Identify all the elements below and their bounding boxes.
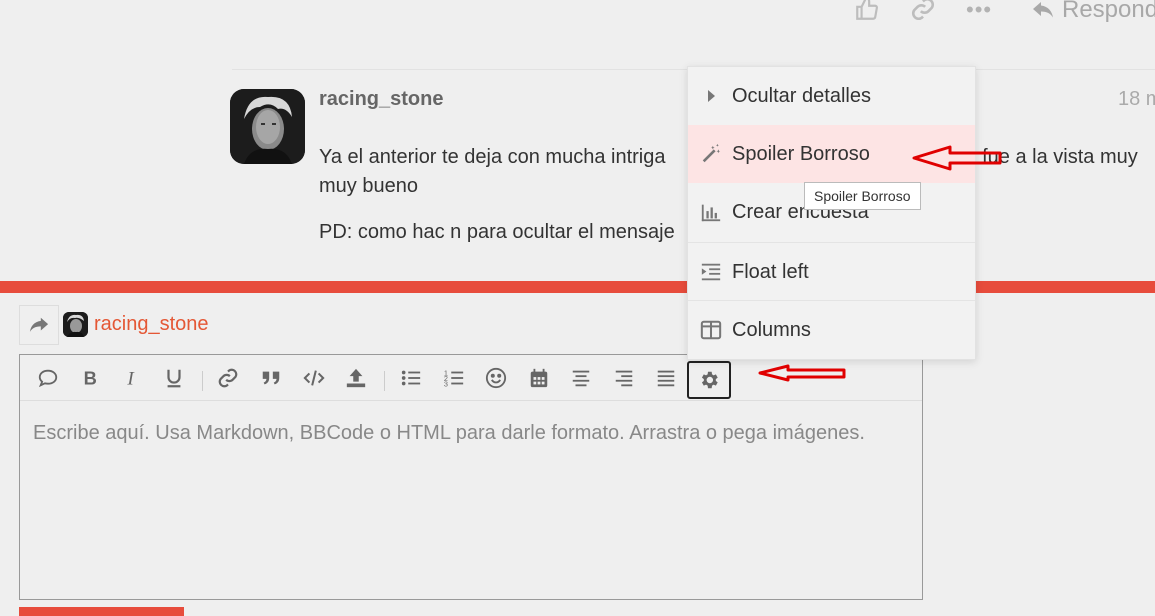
italic-icon[interactable]: I: [115, 361, 149, 395]
calendar-icon[interactable]: [522, 361, 556, 395]
blockquote-icon[interactable]: [254, 361, 288, 395]
menu-item-ocultar-detalles[interactable]: Ocultar detalles: [688, 67, 975, 125]
menu-item-label: Float left: [732, 260, 809, 283]
composer-editor[interactable]: B I 123 Escribe aquí. Usa Markdown, BBCo…: [19, 354, 923, 600]
reply-arrow-icon: [1033, 2, 1053, 18]
post-date[interactable]: 18 m: [1118, 88, 1155, 111]
post-username[interactable]: racing_stone: [319, 88, 443, 111]
upload-icon[interactable]: [339, 361, 373, 395]
link-icon[interactable]: [211, 361, 245, 395]
columns-icon: [700, 319, 722, 341]
menu-item-float-left[interactable]: Float left: [688, 242, 975, 301]
menu-item-columns[interactable]: Columns: [688, 300, 975, 359]
composer-grip-bar[interactable]: [0, 281, 1155, 293]
post-actions-bar: ••• Responder: [850, 0, 1155, 24]
reply-user-avatar: [63, 312, 88, 337]
gear-icon[interactable]: [687, 361, 731, 399]
svg-text:I: I: [126, 368, 135, 389]
emoji-icon[interactable]: [479, 361, 513, 395]
more-options-icon[interactable]: •••: [966, 0, 992, 24]
align-center-icon[interactable]: [564, 361, 598, 395]
code-icon[interactable]: [297, 361, 331, 395]
align-right-icon[interactable]: [607, 361, 641, 395]
toolbar-separator: [202, 371, 203, 391]
annotation-arrow-icon: [912, 145, 1002, 171]
reply-button-label: Responder: [1062, 0, 1155, 23]
chart-bar-icon: [700, 201, 722, 223]
reply-to-user[interactable]: racing_stone: [63, 312, 209, 337]
options-dropdown-menu: Ocultar detalles Spoiler Borroso Crear e…: [687, 66, 976, 360]
quote-icon[interactable]: [31, 361, 65, 395]
share-link-icon[interactable]: [910, 0, 936, 29]
submit-button[interactable]: [19, 607, 184, 616]
bold-icon[interactable]: B: [73, 361, 107, 395]
menu-item-label: Spoiler Borroso: [732, 142, 870, 165]
tooltip: Spoiler Borroso: [804, 182, 921, 210]
user-avatar[interactable]: [230, 89, 305, 164]
share-arrow-icon: [29, 317, 49, 332]
bullet-list-icon[interactable]: [394, 361, 428, 395]
menu-item-label: Columns: [732, 318, 811, 341]
reply-button[interactable]: Responder: [1030, 0, 1155, 24]
justify-icon[interactable]: [649, 361, 683, 395]
numbered-list-icon[interactable]: 123: [437, 361, 471, 395]
underline-icon[interactable]: [157, 361, 191, 395]
like-icon[interactable]: [854, 0, 880, 29]
reply-action-button[interactable]: [19, 305, 59, 345]
svg-text:B: B: [84, 367, 97, 388]
reply-username: racing_stone: [94, 313, 209, 335]
magic-wand-icon: [700, 143, 722, 165]
caret-right-icon: [700, 85, 722, 107]
post-text-line: Ya el anterior te deja con mucha intriga: [319, 146, 666, 168]
annotation-arrow-icon: [758, 364, 846, 382]
toolbar-separator: [384, 371, 385, 391]
indent-icon: [700, 261, 722, 283]
svg-text:3: 3: [444, 379, 448, 388]
menu-item-label: Ocultar detalles: [732, 84, 871, 107]
editor-placeholder: Escribe aquí. Usa Markdown, BBCode o HTM…: [33, 422, 865, 444]
